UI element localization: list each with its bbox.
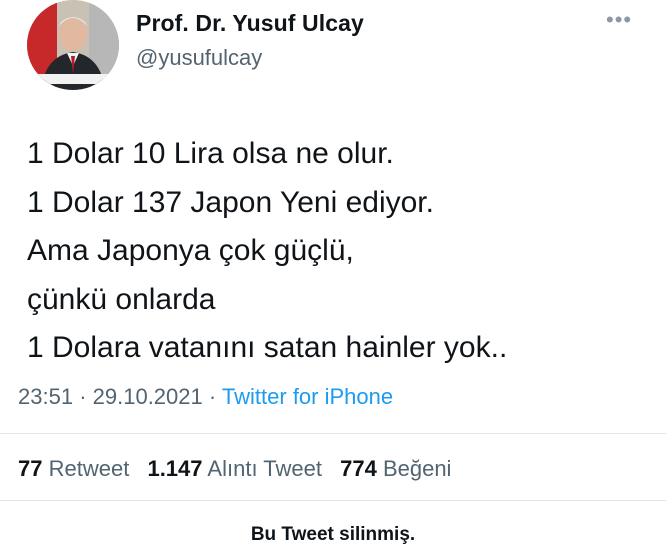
tweet-body: 1 Dolar 10 Lira olsa ne olur. 1 Dolar 13… xyxy=(27,130,507,373)
profile-photo-icon xyxy=(27,0,119,90)
retweet-number: 77 xyxy=(18,456,43,481)
like-label: Beğeni xyxy=(382,456,452,481)
divider xyxy=(0,500,666,501)
author-display-name[interactable]: Prof. Dr. Yusuf Ulcay xyxy=(136,10,364,37)
tweet-stats: 77 Retweet 1.147 Alıntı Tweet 774 Beğeni xyxy=(18,456,463,482)
tweet-line: 1 Dolar 137 Japon Yeni ediyor. xyxy=(27,185,434,219)
like-count[interactable]: 774 Beğeni xyxy=(340,456,451,481)
tweet-source-link[interactable]: Twitter for iPhone xyxy=(222,384,393,409)
tweet-date[interactable]: 29.10.2021 xyxy=(93,384,203,409)
retweet-label: Retweet xyxy=(48,456,130,481)
quote-tweet-count[interactable]: 1.147 Alıntı Tweet xyxy=(147,456,322,481)
quote-number: 1.147 xyxy=(147,456,203,481)
author-avatar[interactable] xyxy=(27,0,119,90)
meta-separator: · xyxy=(79,384,87,409)
divider xyxy=(0,433,666,434)
tweet-line: 1 Dolara vatanını satan hainler yok.. xyxy=(27,331,508,364)
quote-label: Alıntı Tweet xyxy=(207,456,322,481)
tweet-meta: 23:51 · 29.10.2021 · Twitter for iPhone xyxy=(18,384,393,410)
deleted-notice: Bu Tweet silinmiş. xyxy=(250,524,416,545)
meta-separator: · xyxy=(208,384,217,409)
tweet-time[interactable]: 23:51 xyxy=(18,384,73,409)
like-number: 774 xyxy=(340,456,377,481)
author-handle[interactable]: @yusufulcay xyxy=(136,45,262,71)
tweet-header: Prof. Dr. Yusuf Ulcay @yusufulcay ••• xyxy=(0,0,666,100)
more-horizontal-icon[interactable]: ••• xyxy=(606,9,636,31)
retweet-count[interactable]: 77 Retweet xyxy=(18,456,129,481)
tweet-line: çünkü onlarda xyxy=(27,282,216,316)
tweet-line: Ama Japonya çok güçlü, xyxy=(27,234,354,267)
tweet-line: 1 Dolar 10 Lira olsa ne olur. xyxy=(27,137,394,170)
